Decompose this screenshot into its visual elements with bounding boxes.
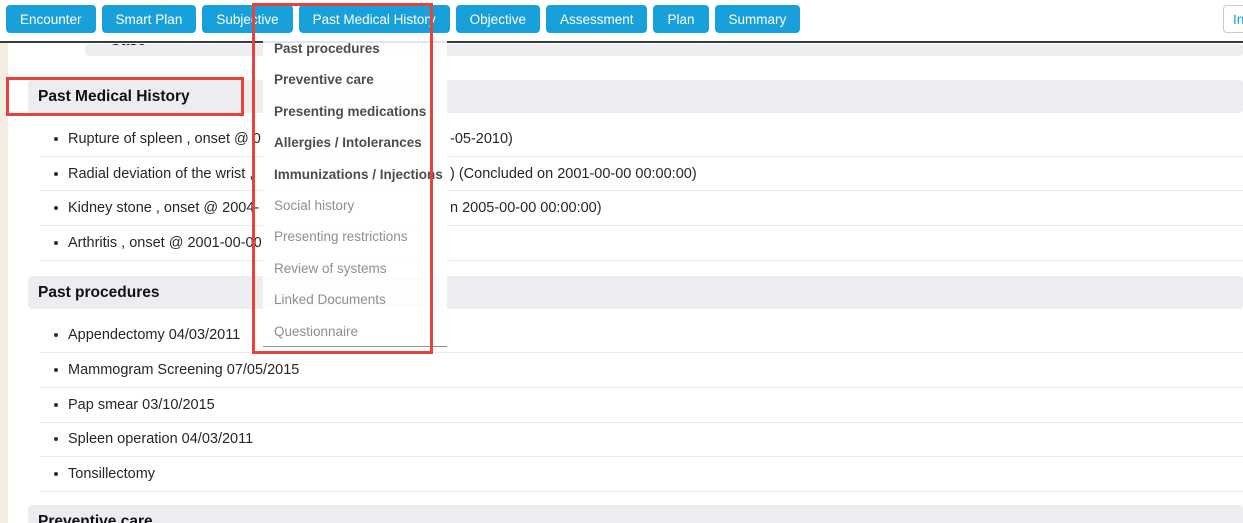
nav-tab-assessment[interactable]: Assessment <box>546 5 648 33</box>
list-item-text: Arthritis , onset @ 2001-00-00 <box>68 235 262 251</box>
list-item-text: Spleen operation 04/03/2011 <box>68 431 253 447</box>
top-navbar: EncounterSmart PlanSubjectivePast Medica… <box>0 0 1243 43</box>
list-item: Radial deviation of the wrist , ) (Concl… <box>40 157 1243 192</box>
nav-tab-past-medical-history[interactable]: Past Medical History <box>299 5 450 33</box>
bullet-icon <box>54 403 58 407</box>
int-button[interactable]: Int <box>1223 5 1243 33</box>
bullet-icon <box>54 206 58 210</box>
bullet-icon <box>54 368 58 372</box>
list-item-text-right: ) (Concluded on 2001-00-00 00:00:00) <box>450 166 697 182</box>
list-item: Pap smear 03/10/2015 <box>40 388 1243 423</box>
nav-tabs: EncounterSmart PlanSubjectivePast Medica… <box>0 0 1243 33</box>
bullet-icon <box>54 472 58 476</box>
list-item-text-right: n 2005-00-00 00:00:00) <box>450 200 602 216</box>
page: Case Past Medical History Rupture of sple… <box>0 0 1243 523</box>
list-item-text: Appendectomy 04/03/2011 <box>68 327 240 343</box>
past-medical-history-dropdown: Past proceduresPreventive carePresenting… <box>263 33 447 347</box>
list-item: Spleen operation 04/03/2011 <box>40 423 1243 458</box>
section-header-preventive-care: Preventive care <box>28 505 1243 523</box>
list-item: Appendectomy 04/03/2011 <box>40 319 1243 354</box>
dropdown-item-linked-documents[interactable]: Linked Documents <box>263 284 447 315</box>
list-item: Arthritis , onset @ 2001-00-00 <box>40 226 1243 261</box>
dropdown-item-review-of-systems[interactable]: Review of systems <box>263 253 447 284</box>
bullet-icon <box>54 333 58 337</box>
list-item: Mammogram Screening 07/05/2015 <box>40 353 1243 388</box>
dropdown-item-preventive-care[interactable]: Preventive care <box>263 64 447 95</box>
list-item-text-right: -05-2010) <box>450 131 513 147</box>
bullet-icon <box>54 137 58 141</box>
scrolled-section-label: Case <box>110 44 146 49</box>
nav-tab-summary[interactable]: Summary <box>715 5 801 33</box>
nav-tab-smart-plan[interactable]: Smart Plan <box>102 5 197 33</box>
dropdown-item-presenting-medications[interactable]: Presenting medications <box>263 96 447 127</box>
section-list-past-medical-history: Rupture of spleen , onset @ 0 -05-2010) Ra… <box>40 122 1243 261</box>
section-list-past-procedures: Appendectomy 04/03/2011 Mammogram Screeni… <box>40 319 1243 492</box>
bullet-icon <box>54 241 58 245</box>
list-item-text: Pap smear 03/10/2015 <box>68 397 215 413</box>
bullet-icon <box>54 172 58 176</box>
list-item-text: Kidney stone , onset @ 2004- <box>68 200 259 216</box>
scrolled-section-bar: Case <box>85 44 1243 56</box>
section-title: Past procedures <box>28 276 1243 309</box>
section-title: Preventive care <box>28 505 1243 523</box>
list-item-text: Rupture of spleen , onset @ 0 <box>68 131 261 147</box>
section-header-past-medical-history: Past Medical History <box>28 80 1243 113</box>
list-item-text: Mammogram Screening 07/05/2015 <box>68 362 299 378</box>
nav-tab-objective[interactable]: Objective <box>456 5 540 33</box>
nav-tab-encounter[interactable]: Encounter <box>6 5 96 33</box>
nav-tab-subjective[interactable]: Subjective <box>202 5 292 33</box>
section-title: Past Medical History <box>28 80 1243 113</box>
left-margin-strip <box>0 43 8 523</box>
list-item-text: Tonsillectomy <box>68 466 155 482</box>
dropdown-item-allergies-intolerances[interactable]: Allergies / Intolerances <box>263 127 447 158</box>
dropdown-item-presenting-restrictions[interactable]: Presenting restrictions <box>263 221 447 252</box>
list-item: Kidney stone , onset @ 2004- n 2005-00-00… <box>40 191 1243 226</box>
nav-tab-plan[interactable]: Plan <box>653 5 708 33</box>
section-header-past-procedures: Past procedures <box>28 276 1243 309</box>
list-item: Tonsillectomy <box>40 457 1243 492</box>
list-item-text: Radial deviation of the wrist , <box>68 166 253 182</box>
dropdown-item-social-history[interactable]: Social history <box>263 190 447 221</box>
dropdown-item-immunizations-injections[interactable]: Immunizations / Injections <box>263 159 447 190</box>
list-item: Rupture of spleen , onset @ 0 -05-2010) <box>40 122 1243 157</box>
dropdown-item-questionnaire[interactable]: Questionnaire <box>263 316 447 347</box>
dropdown-item-past-procedures[interactable]: Past procedures <box>263 33 447 64</box>
bullet-icon <box>54 437 58 441</box>
